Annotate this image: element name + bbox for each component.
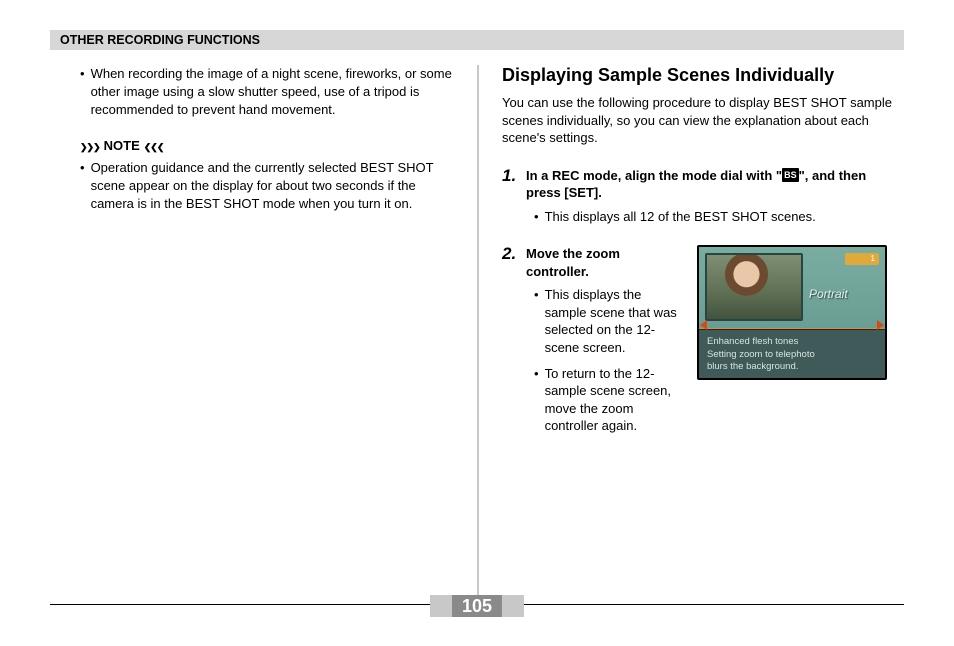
step-number: 2. xyxy=(502,245,520,442)
left-column: • When recording the image of a night sc… xyxy=(50,65,477,646)
note-body-text: Operation guidance and the currently sel… xyxy=(91,159,452,214)
bullet-icon: • xyxy=(534,365,539,435)
lcd-desc-line-1: Enhanced flesh tones xyxy=(707,336,877,348)
step-1-heading: In a REC mode, align the mode dial with … xyxy=(526,167,904,202)
bs-mode-icon: BS xyxy=(782,168,799,182)
section-heading: Displaying Sample Scenes Individually xyxy=(502,65,904,86)
lcd-scene-number-badge: 1 xyxy=(845,253,879,265)
lcd-desc-line-2: Setting zoom to telephoto xyxy=(707,349,877,361)
lcd-desc-line-3: blurs the background. xyxy=(707,361,877,373)
section-header: OTHER RECORDING FUNCTIONS xyxy=(50,30,904,50)
step-2: 2. Move the zoom controller. • This disp… xyxy=(502,245,904,442)
step-1-bullet-text: This displays all 12 of the BEST SHOT sc… xyxy=(545,208,816,226)
lcd-top-panel: 1 Portrait xyxy=(699,247,885,329)
bullet-icon: • xyxy=(534,286,539,356)
step-2-bullet-2-text: To return to the 12-sample scene screen,… xyxy=(545,365,681,435)
lcd-mode-name: Portrait xyxy=(809,287,879,301)
page-number-badge: 105 xyxy=(430,595,524,617)
lcd-description: Enhanced flesh tones Setting zoom to tel… xyxy=(699,329,885,378)
page-number-pad-right xyxy=(502,595,524,617)
bullet-icon: • xyxy=(534,208,539,226)
lcd-preview: 1 Portrait Enhanced flesh tones Setting … xyxy=(697,245,887,380)
tripod-tip: • When recording the image of a night sc… xyxy=(80,65,452,120)
bullet-icon: • xyxy=(80,159,85,214)
step-2-bullet-2: • To return to the 12-sample scene scree… xyxy=(534,365,681,435)
note-label: NOTE xyxy=(80,138,452,153)
column-divider xyxy=(477,65,479,615)
step-2-bullet-1-text: This displays the sample scene that was … xyxy=(545,286,681,356)
lcd-left-arrow-icon xyxy=(700,320,707,330)
note-ornament-left-icon xyxy=(80,138,100,153)
note-label-text: NOTE xyxy=(104,138,140,153)
step-number: 1. xyxy=(502,167,520,234)
footer-rule: 105 xyxy=(50,604,904,624)
step-2-bullet-1: • This displays the sample scene that wa… xyxy=(534,286,681,356)
step-2-heading: Move the zoom controller. xyxy=(526,245,681,280)
right-column: Displaying Sample Scenes Individually Yo… xyxy=(477,65,904,646)
note-body: • Operation guidance and the currently s… xyxy=(80,159,452,214)
lcd-right-arrow-icon xyxy=(877,320,884,330)
page-number-pad-left xyxy=(430,595,452,617)
bullet-icon: • xyxy=(80,65,85,120)
section-header-text: OTHER RECORDING FUNCTIONS xyxy=(60,33,260,47)
tripod-tip-text: When recording the image of a night scen… xyxy=(91,65,452,120)
step-1-heading-pre: In a REC mode, align the mode dial with … xyxy=(526,168,782,183)
note-ornament-right-icon xyxy=(144,138,164,153)
lcd-sample-photo xyxy=(705,253,803,321)
intro-paragraph: You can use the following procedure to d… xyxy=(502,94,904,147)
step-1: 1. In a REC mode, align the mode dial wi… xyxy=(502,167,904,234)
page-number: 105 xyxy=(452,595,502,617)
step-1-bullet: • This displays all 12 of the BEST SHOT … xyxy=(534,208,904,226)
